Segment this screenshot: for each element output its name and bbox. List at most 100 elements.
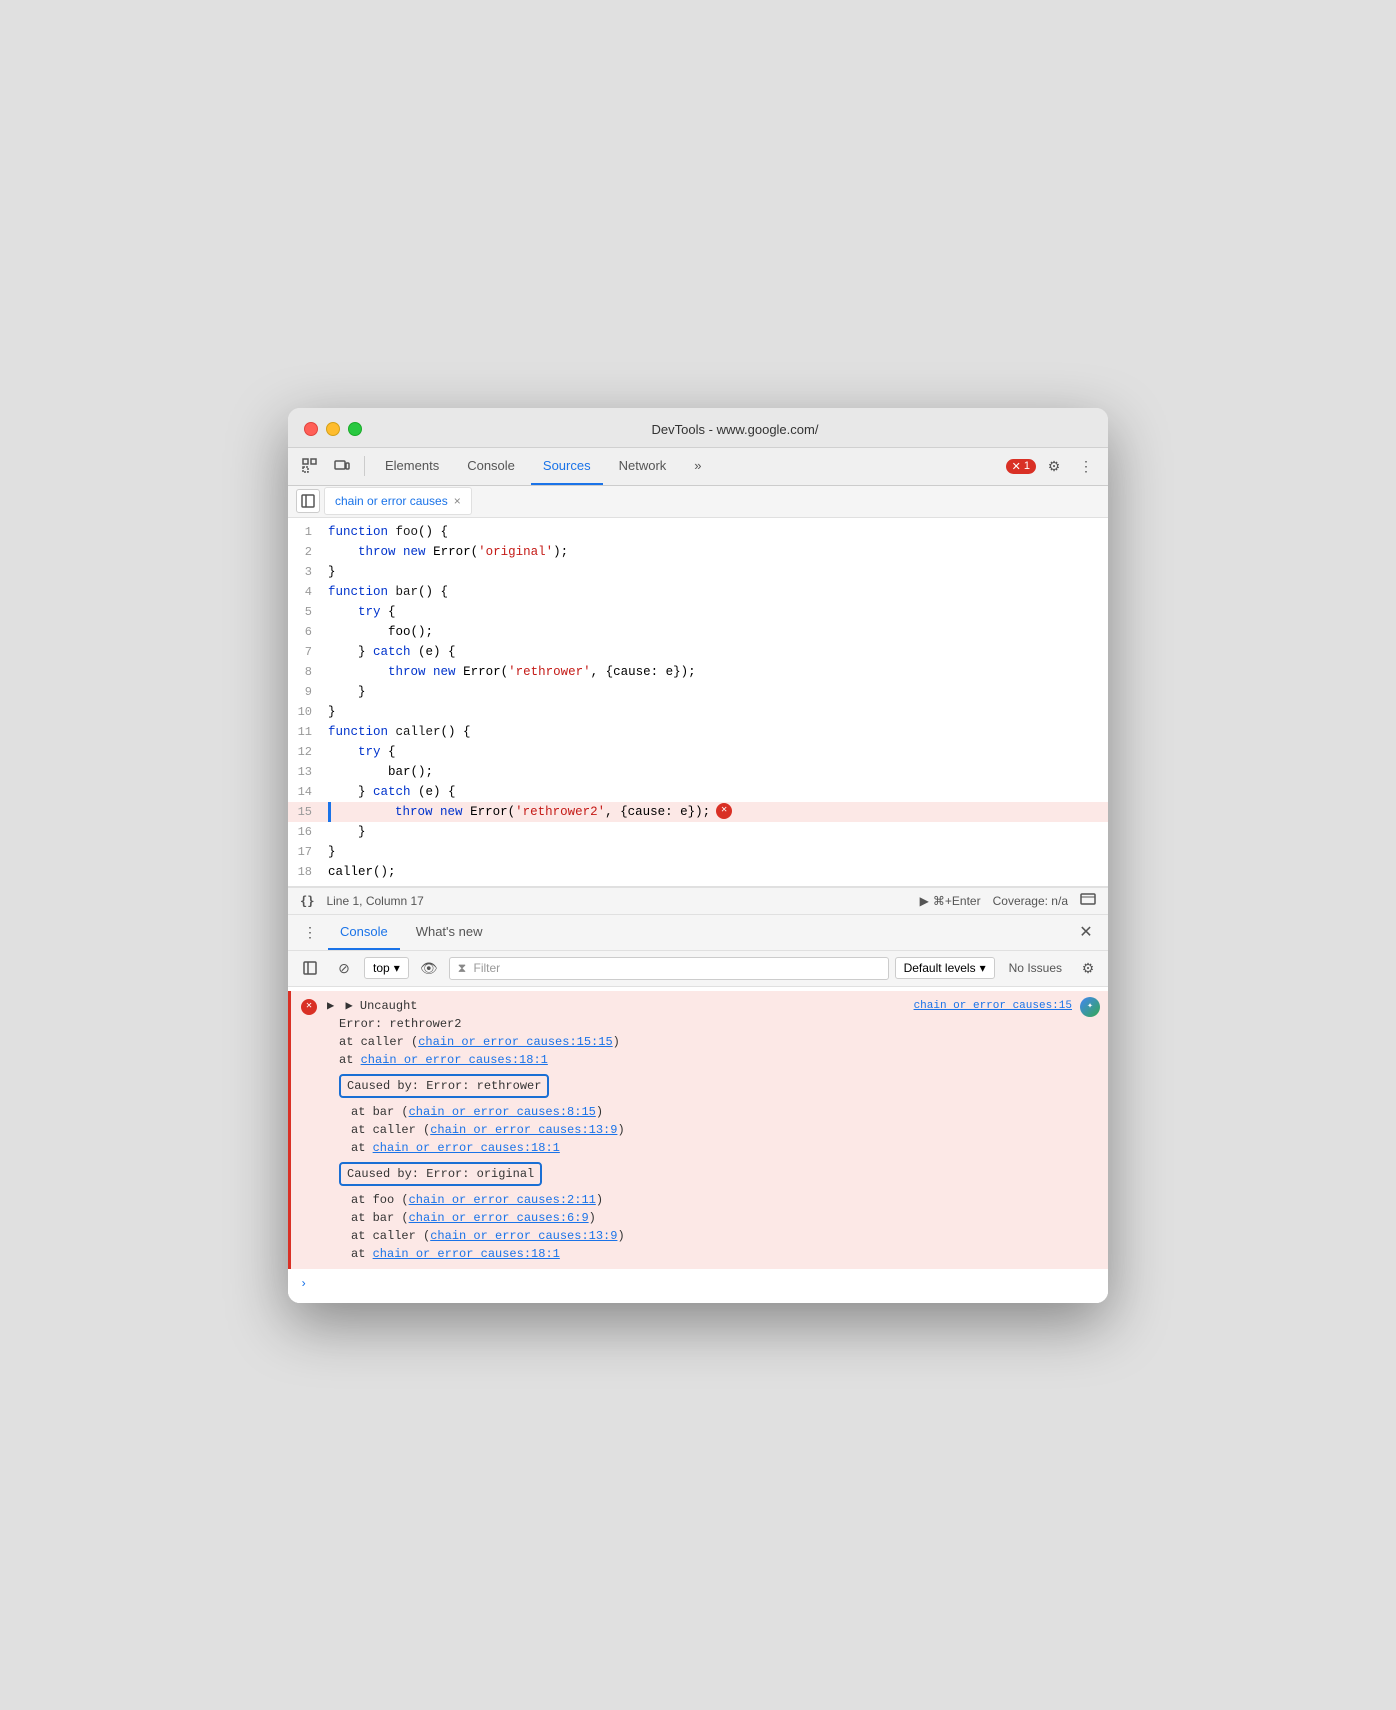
code-line-8: 8 throw new Error('rethrower', {cause: e…	[288, 662, 1108, 682]
code-line-16: 16 }	[288, 822, 1108, 842]
line-number-14: 14	[296, 782, 328, 802]
run-shortcut: ⌘+Enter	[933, 894, 981, 908]
line-number-7: 7	[296, 642, 328, 662]
filter-label: Filter	[474, 961, 501, 975]
tab-sources[interactable]: Sources	[531, 447, 603, 485]
line-number-3: 3	[296, 562, 328, 582]
more-options-icon[interactable]: ⋮	[1072, 452, 1100, 480]
code-line-3: 3 }	[288, 562, 1108, 582]
stack-link-8-15[interactable]: chain or error causes:8:15	[409, 1105, 596, 1119]
stack-link-6-9[interactable]: chain or error causes:6:9	[409, 1211, 589, 1225]
line-number-17: 17	[296, 842, 328, 862]
line-number-16: 16	[296, 822, 328, 842]
line-number-1: 1	[296, 522, 328, 542]
caused-by-1-line3: at chain or error causes:18:1	[327, 1139, 1096, 1157]
top-context-dropdown[interactable]: top ▾	[364, 957, 409, 979]
file-tab-close-icon[interactable]: ×	[454, 494, 461, 508]
maximize-button[interactable]	[348, 422, 362, 436]
code-line-2: 2 throw new Error('original');	[288, 542, 1108, 562]
stack-link-13-9-a[interactable]: chain or error causes:13:9	[430, 1123, 617, 1137]
filter-funnel-icon: ⧗	[458, 961, 466, 975]
line-number-15: 15	[296, 802, 328, 822]
line-number-18: 18	[296, 862, 328, 882]
settings-icon[interactable]: ⚙	[1040, 452, 1068, 480]
error-badge[interactable]: ✕ 1	[1006, 459, 1036, 474]
line-content-8: throw new Error('rethrower', {cause: e})…	[328, 662, 1100, 682]
console-section: ⋮ Console What's new ✕ ⊘ top ▾	[288, 915, 1108, 1303]
line-content-14: } catch (e) {	[328, 782, 1100, 802]
levels-label: Default levels	[904, 961, 976, 975]
tab-whats-new[interactable]: What's new	[404, 914, 495, 950]
tab-more[interactable]: »	[682, 447, 713, 485]
file-tab-name: chain or error causes	[335, 494, 448, 508]
console-prompt: ›	[288, 1269, 1108, 1299]
code-line-15: 15 throw new Error('rethrower2', {cause:…	[288, 802, 1108, 822]
caused-by-2-box: Caused by: Error: original	[339, 1162, 542, 1186]
stack-link-2-11[interactable]: chain or error causes:2:11	[409, 1193, 596, 1207]
console-error-icon: ✕	[301, 999, 317, 1015]
stack-link-13-9-b[interactable]: chain or error causes:13:9	[430, 1229, 617, 1243]
code-line-6: 6 foo();	[288, 622, 1108, 642]
clear-console-icon[interactable]: ⊘	[330, 954, 358, 982]
devtools-toolbar: Elements Console Sources Network » ✕ 1 ⚙…	[288, 448, 1108, 486]
console-sidebar-toggle-icon[interactable]	[296, 954, 324, 982]
tab-console-main[interactable]: Console	[328, 914, 400, 950]
caused-by-2-box-wrapper: Caused by: Error: original	[327, 1160, 1096, 1188]
dropdown-arrow-icon: ▾	[394, 961, 400, 975]
caused-by-1-box-wrapper: Caused by: Error: rethrower	[327, 1072, 1096, 1100]
caused-by-2-line2: at bar (chain or error causes:6:9)	[327, 1209, 1096, 1227]
tab-elements[interactable]: Elements	[373, 447, 451, 485]
stack-link-18-1-a[interactable]: chain or error causes:18:1	[361, 1053, 548, 1067]
curly-braces-icon[interactable]: {}	[300, 894, 314, 908]
console-settings-icon[interactable]: ⚙	[1076, 956, 1100, 980]
stack-link-18-1-b[interactable]: chain or error causes:18:1	[373, 1141, 560, 1155]
device-toggle-icon[interactable]	[328, 452, 356, 480]
ai-assist-icon[interactable]: ✦	[1080, 997, 1100, 1017]
line-number-12: 12	[296, 742, 328, 762]
collapse-arrow-icon[interactable]: ▶	[327, 997, 334, 1015]
code-line-11: 11 function caller() {	[288, 722, 1108, 742]
levels-arrow-icon: ▾	[980, 961, 986, 975]
console-tabbar: ⋮ Console What's new ✕	[288, 915, 1108, 951]
caused-by-2-line3: at caller (chain or error causes:13:9)	[327, 1227, 1096, 1245]
code-line-18: 18 caller();	[288, 862, 1108, 882]
window-title: DevTools - www.google.com/	[378, 422, 1092, 437]
line-number-8: 8	[296, 662, 328, 682]
uncaught-label: ▶ ▶ Uncaught	[327, 997, 417, 1015]
caused-by-2-line4: at chain or error causes:18:1	[327, 1245, 1096, 1263]
file-tab-chain-or-error-causes[interactable]: chain or error causes ×	[324, 487, 472, 515]
code-line-13: 13 bar();	[288, 762, 1108, 782]
code-line-10: 10 }	[288, 702, 1108, 722]
line-content-4: function bar() {	[328, 582, 1100, 602]
log-levels-dropdown[interactable]: Default levels ▾	[895, 957, 995, 979]
console-close-icon[interactable]: ✕	[1072, 918, 1100, 946]
code-editor[interactable]: 1 function foo() { 2 throw new Error('or…	[288, 518, 1108, 887]
run-button[interactable]: ▶ ⌘+Enter	[920, 894, 981, 908]
line-content-15: throw new Error('rethrower2', {cause: e}…	[335, 802, 1100, 822]
line-number-13: 13	[296, 762, 328, 782]
code-line-17: 17 }	[288, 842, 1108, 862]
tab-network[interactable]: Network	[607, 447, 679, 485]
devtools-window: DevTools - www.google.com/ Elements Cons…	[288, 408, 1108, 1303]
code-line-14: 14 } catch (e) {	[288, 782, 1108, 802]
line-content-16: }	[328, 822, 1100, 842]
error-file-link-header[interactable]: chain or error causes:15	[914, 997, 1072, 1015]
coverage-icon[interactable]	[1080, 891, 1096, 910]
cursor-position: Line 1, Column 17	[326, 894, 423, 908]
line-number-4: 4	[296, 582, 328, 602]
tab-console[interactable]: Console	[455, 447, 527, 485]
minimize-button[interactable]	[326, 422, 340, 436]
stack-link-18-1-c[interactable]: chain or error causes:18:1	[373, 1247, 560, 1261]
live-expressions-icon[interactable]: 👁	[415, 954, 443, 982]
line-content-5: try {	[328, 602, 1100, 622]
line-content-10: }	[328, 702, 1100, 722]
console-menu-icon[interactable]: ⋮	[296, 918, 324, 946]
line-content-17: }	[328, 842, 1100, 862]
sidebar-toggle-icon[interactable]	[296, 489, 320, 513]
console-output[interactable]: ✕ ▶ ▶ Uncaught chain or error causes:15 …	[288, 987, 1108, 1303]
code-line-12: 12 try {	[288, 742, 1108, 762]
close-button[interactable]	[304, 422, 318, 436]
inspect-element-icon[interactable]	[296, 452, 324, 480]
titlebar: DevTools - www.google.com/	[288, 408, 1108, 448]
stack-link-15-15[interactable]: chain or error causes:15:15	[418, 1035, 612, 1049]
